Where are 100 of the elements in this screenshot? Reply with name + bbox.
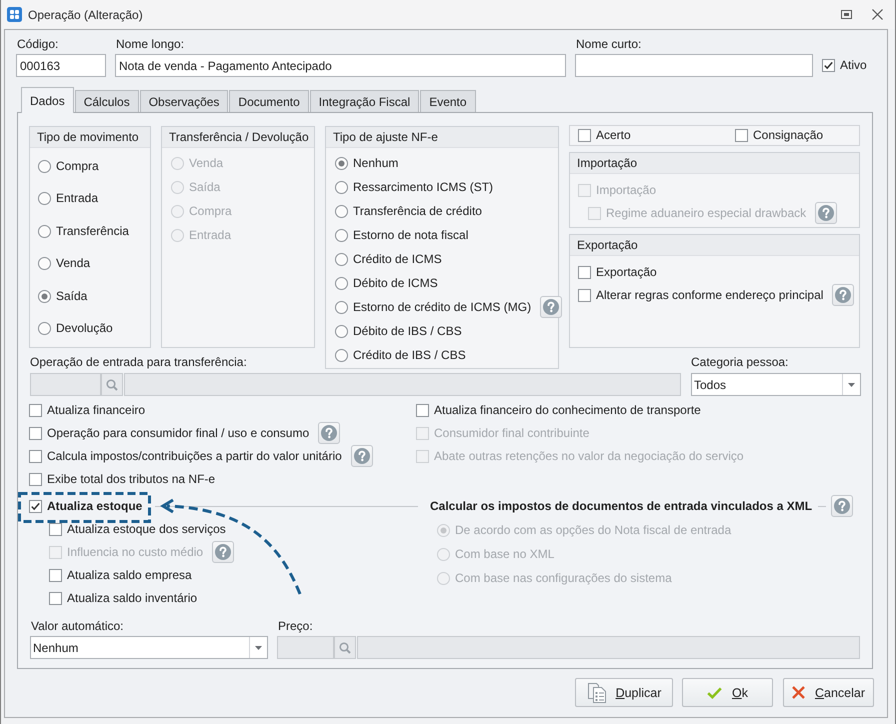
- tab[interactable]: Observações: [140, 90, 228, 112]
- radio-label: Crédito de ICMS: [353, 252, 442, 266]
- radio-label: Ressarcimento ICMS (ST): [353, 180, 494, 194]
- checkbox-label: Calcula impostos/contribuições a partir do valor unitário: [47, 448, 342, 464]
- radio-button[interactable]: [335, 348, 348, 362]
- radio-button[interactable]: [335, 276, 348, 290]
- cross-icon: [792, 686, 805, 699]
- radio-button[interactable]: [335, 156, 348, 170]
- radio-label: Débito de IBS / CBS: [353, 324, 462, 338]
- radio-button[interactable]: [335, 228, 348, 242]
- radio-label: Devolução: [56, 321, 113, 336]
- checkbox[interactable]: [578, 288, 591, 302]
- checkbox-label: Operação para consumidor final / uso e consumo: [47, 426, 310, 440]
- radio-label: Com base no XML: [455, 546, 554, 562]
- text-field[interactable]: [357, 636, 860, 659]
- tab[interactable]: Documento: [229, 90, 309, 112]
- checkbox[interactable]: [578, 129, 591, 142]
- checkbox-label: Alterar regras conforme endereço principal: [596, 288, 824, 303]
- dialog-button[interactable]: Duplicar: [575, 678, 673, 707]
- checkbox[interactable]: [735, 129, 748, 142]
- maximize-icon[interactable]: [841, 10, 852, 19]
- checkbox[interactable]: [416, 404, 429, 416]
- dialog-button[interactable]: Ok: [682, 678, 773, 707]
- radio-label: Nenhum: [353, 156, 398, 170]
- field-label: Preço:: [277, 619, 314, 633]
- radio-label: Compra: [56, 158, 99, 174]
- radio-label: Crédito de IBS / CBS: [353, 348, 466, 362]
- help-icon: [543, 299, 560, 315]
- text-field[interactable]: Nota de venda - Pagamento Antecipado: [115, 54, 566, 77]
- search-button[interactable]: [101, 373, 123, 396]
- checkbox-label: Influencia no custo médio: [67, 544, 204, 560]
- radio-label: Transferência: [56, 224, 129, 239]
- help-button[interactable]: [832, 284, 854, 306]
- help-icon: [354, 448, 370, 464]
- checkbox[interactable]: [29, 450, 42, 462]
- checkbox[interactable]: [49, 568, 62, 582]
- dialog-button[interactable]: Cancelar: [783, 678, 874, 707]
- checkbox-label: Regime aduaneiro especial drawback: [606, 206, 806, 221]
- checkbox-label: Ativo: [840, 58, 867, 72]
- radio-button[interactable]: [335, 204, 348, 218]
- group-title: Importação: [570, 153, 859, 174]
- tab[interactable]: Evento: [420, 90, 476, 112]
- radio-button[interactable]: [38, 160, 51, 172]
- checkbox-label: Atualiza saldo inventário: [67, 590, 198, 606]
- field-label: Categoria pessoa:: [690, 355, 790, 369]
- radio-button[interactable]: [335, 324, 348, 338]
- checkbox[interactable]: [822, 58, 835, 72]
- radio-button[interactable]: [38, 224, 51, 238]
- radio-label: Débito de ICMS: [353, 276, 438, 290]
- checkbox[interactable]: [49, 592, 62, 604]
- radio-label: Estorno de crédito de ICMS (MG): [353, 300, 532, 314]
- radio-button[interactable]: [335, 252, 348, 266]
- search-button[interactable]: [334, 636, 356, 659]
- app-icon: [7, 7, 22, 22]
- checkbox-label: Consumidor final contribuinte: [434, 426, 590, 440]
- radio-button[interactable]: [335, 300, 348, 314]
- radio-label: Entrada: [56, 191, 98, 206]
- help-button[interactable]: [350, 445, 373, 467]
- field-label: Código:: [16, 37, 60, 51]
- tab[interactable]: Cálculos: [74, 90, 139, 112]
- tab[interactable]: Dados: [21, 87, 74, 113]
- radio-label: De acordo com as opções do Nota fiscal de entrada: [455, 522, 732, 538]
- checkbox-label: Atualiza estoque dos serviços: [67, 522, 226, 536]
- section-title: Calcular os impostos de documentos de entrada vinculados a XML: [430, 498, 812, 514]
- radio-label: Entrada: [189, 228, 232, 242]
- checkbox[interactable]: [29, 404, 42, 416]
- help-button[interactable]: [318, 422, 340, 444]
- field-label: Valor automático:: [30, 619, 124, 633]
- checkbox[interactable]: [578, 266, 591, 279]
- group-title: Transferência / Devolução: [162, 127, 314, 148]
- radio-button[interactable]: [38, 257, 51, 270]
- radio-button[interactable]: [38, 290, 51, 303]
- radio-button[interactable]: [335, 180, 348, 194]
- dropdown[interactable]: Todos: [691, 373, 861, 396]
- radio-button[interactable]: [38, 192, 51, 206]
- checkbox[interactable]: [29, 472, 42, 486]
- field-label: Operação de entrada para transferência:: [29, 355, 248, 369]
- check-icon: [707, 686, 722, 698]
- text-field[interactable]: [575, 54, 813, 77]
- radio-label: Venda: [56, 256, 90, 272]
- group-title: Tipo de movimento: [30, 127, 150, 148]
- checkbox-label: Abate outras retenções no valor da negociação do serviço: [434, 448, 744, 464]
- radio-label: Compra: [189, 204, 232, 218]
- text-field[interactable]: [124, 373, 681, 396]
- checkbox[interactable]: [29, 426, 42, 440]
- radio-button[interactable]: [38, 322, 51, 336]
- help-icon: [215, 544, 232, 560]
- field-label: Nome curto:: [575, 37, 642, 51]
- help-icon: [818, 205, 834, 222]
- checkbox[interactable]: [29, 500, 42, 512]
- tab[interactable]: Integração Fiscal: [310, 90, 420, 112]
- text-field[interactable]: 000163: [16, 54, 106, 77]
- radio-label: Saída: [189, 180, 220, 194]
- help-button[interactable]: [540, 296, 562, 318]
- checkbox[interactable]: [49, 522, 62, 536]
- close-icon[interactable]: [872, 9, 883, 20]
- dropdown[interactable]: Nenhum: [30, 636, 268, 659]
- window-title: Operação (Alteração): [28, 8, 143, 22]
- radio-label: Saída: [56, 288, 88, 304]
- radio-label: Estorno de nota fiscal: [353, 228, 468, 242]
